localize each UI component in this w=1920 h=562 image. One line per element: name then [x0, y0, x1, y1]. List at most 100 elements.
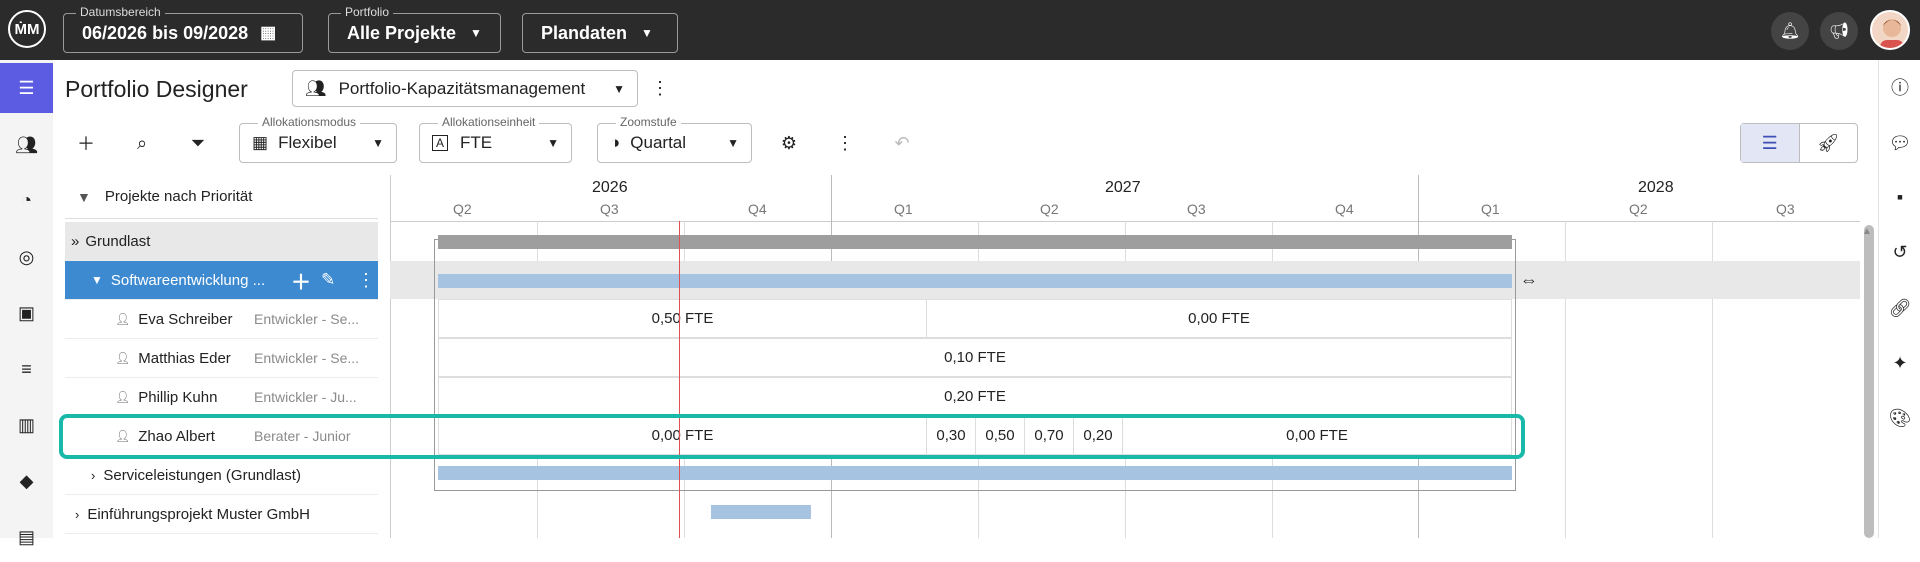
document-nav-icon[interactable]: ▤ — [0, 512, 53, 562]
avatar[interactable] — [1870, 10, 1910, 50]
scroll-up-icon[interactable]: ▲ — [1862, 226, 1872, 237]
project-bar[interactable] — [711, 505, 811, 519]
more-vertical-icon[interactable]: ⋮ — [357, 270, 375, 291]
chat-icon[interactable]: 💬︎ — [1879, 123, 1920, 163]
gantt-nav-icon[interactable]: ☰ — [0, 63, 53, 113]
app-logo[interactable]: ṀM — [8, 10, 46, 48]
year-label: 2026 — [592, 179, 628, 196]
vertical-scrollbar[interactable] — [1864, 225, 1874, 538]
tree-header: ▼ Projekte nach Priorität — [65, 175, 378, 219]
quarter-label: Q4 — [1335, 201, 1354, 217]
allocation-row: 0,20 FTE — [438, 377, 1512, 416]
allocation-cell[interactable]: 0,00 FTE — [926, 299, 1512, 338]
resource-name: Eva Schreiber — [138, 310, 233, 328]
right-nav: ⓘ 💬︎ ▪ ↺ 🔗︎ ✦ 🎨︎ — [1878, 60, 1920, 538]
palette-icon[interactable]: 🎨︎ — [1879, 398, 1920, 438]
resource-name: Matthias Eder — [138, 349, 231, 367]
view-toggle[interactable]: ☰ 🚀︎ — [1740, 123, 1858, 163]
resources-nav-icon[interactable]: 👥︎ — [0, 120, 53, 170]
gantt-chart: 2026 2027 2028 Q2 Q3 Q4 Q1 Q2 Q3 Q4 Q1 Q… — [390, 175, 1860, 538]
double-chevron-icon[interactable]: » — [71, 233, 79, 250]
data-source-select[interactable]: Plandaten ▼ — [522, 13, 678, 53]
allocation-unit-select[interactable]: Allokationseinheit A FTE ▼ — [419, 115, 572, 163]
more-vertical-icon[interactable]: ⋮ — [829, 127, 861, 159]
group-row[interactable]: » Grundlast — [65, 222, 378, 261]
bell-icon[interactable]: 🔔︎ — [1771, 12, 1809, 50]
resource-role: Entwickler - Se... — [254, 311, 360, 327]
project-row[interactable]: › Einführungsprojekt Muster GmbH — [65, 495, 378, 534]
resource-name: Phillip Kuhn — [138, 388, 218, 406]
resource-row[interactable]: 👤︎ Phillip Kuhn Entwickler - Ju... — [65, 378, 378, 417]
unit-icon: A — [432, 135, 449, 151]
project-row[interactable]: › Serviceleistungen (Grundlast) — [65, 456, 378, 495]
allocation-mode-value: Flexibel — [278, 133, 337, 152]
grid-icon: ▦ — [252, 133, 269, 152]
calendar-icon[interactable]: ▦ — [260, 23, 276, 43]
view-select[interactable]: 👥︎ Portfolio-Kapazitätsmanagement ▼ — [292, 70, 638, 107]
users-icon: 👥︎ — [305, 78, 327, 98]
undo-icon[interactable]: ↶ — [886, 127, 918, 159]
tree-header-label: Projekte nach Priorität — [104, 188, 253, 205]
person-icon: 👤︎ — [115, 351, 131, 365]
chevron-right-icon[interactable]: › — [91, 468, 95, 483]
list-nav-icon[interactable]: ≡ — [0, 344, 53, 394]
quarter-label: Q4 — [748, 201, 767, 217]
allocation-cell[interactable]: 0,20 FTE — [438, 377, 1512, 416]
allocation-cell[interactable]: 0,10 FTE — [438, 338, 1512, 377]
gear-icon[interactable]: ⚙ — [773, 127, 805, 159]
edit-icon[interactable]: ✎ — [321, 270, 335, 290]
project-row-selected[interactable]: ▼ Softwareentwicklung ... ＋ ✎ ⋮ — [65, 261, 378, 300]
quarter-label: Q3 — [1776, 201, 1795, 217]
allocation-unit-label: Allokationseinheit — [438, 115, 540, 129]
resource-role: Entwickler - Ju... — [254, 389, 357, 405]
signpost-nav-icon[interactable]: ◆ — [0, 456, 53, 506]
group-bar[interactable] — [438, 235, 1512, 249]
allocation-mode-select[interactable]: Allokationsmodus ▦ Flexibel ▼ — [239, 115, 397, 163]
zoom-value: Quartal — [630, 133, 687, 152]
project-label: Serviceleistungen (Grundlast) — [103, 466, 301, 484]
add-icon[interactable]: ＋ — [70, 127, 102, 159]
today-line — [679, 221, 680, 538]
search-icon[interactable]: ⌕ — [126, 127, 158, 159]
clipboard-nav-icon[interactable]: ▣ — [0, 288, 53, 338]
gantt-view-icon[interactable]: ☰ — [1741, 124, 1800, 162]
year-label: 2028 — [1638, 179, 1674, 196]
chevron-down-icon: ▼ — [613, 81, 625, 96]
portfolio-select[interactable]: Portfolio Alle Projekte ▼ — [328, 5, 501, 53]
link-icon[interactable]: 🔗︎ — [1879, 288, 1920, 328]
contact-icon[interactable]: ▪ — [1879, 177, 1920, 217]
project-label: Einführungsprojekt Muster GmbH — [87, 505, 310, 523]
history-icon[interactable]: ↺ — [1879, 232, 1920, 272]
columns-nav-icon[interactable]: ▥ — [0, 400, 53, 450]
rocket-icon[interactable]: 🚀︎ — [1800, 124, 1858, 162]
resource-role: Entwickler - Se... — [254, 350, 360, 366]
add-icon[interactable]: ＋ — [291, 266, 311, 295]
more-vertical-icon[interactable]: ⋮ — [644, 72, 676, 104]
filter-icon[interactable]: ⏷ — [182, 127, 214, 159]
project-bar[interactable] — [438, 274, 1512, 288]
highlight-frame — [59, 414, 1525, 459]
chevron-right-icon[interactable]: › — [75, 507, 79, 522]
resize-handle-icon[interactable]: ⇔ — [1520, 270, 1538, 291]
chevron-down-icon: ▼ — [470, 26, 482, 40]
chevron-down-icon[interactable]: ▼ — [91, 273, 103, 287]
allocation-mode-label: Allokationsmodus — [258, 115, 361, 129]
allocation-unit-value: FTE — [460, 133, 493, 152]
caret-down-icon[interactable]: ▼ — [77, 189, 91, 205]
zoom-select[interactable]: Zoomstufe ◑ Quartal ▼ — [597, 115, 752, 163]
quarter-label: Q2 — [1629, 201, 1648, 217]
person-icon: 👤︎ — [115, 312, 131, 326]
left-nav: ☰ 👥︎ ◔ ◎ ▣ ≡ ▥ ◆ ▤ — [0, 60, 53, 547]
cycle-nav-icon[interactable]: ◔ — [0, 175, 53, 225]
view-select-value: Portfolio-Kapazitätsmanagement — [338, 78, 586, 98]
resource-row[interactable]: 👤︎ Matthias Eder Entwickler - Se... — [65, 339, 378, 378]
sparkle-icon[interactable]: ✦ — [1879, 343, 1920, 383]
date-range-field[interactable]: Datumsbereich 06/2026 bis 09/2028 ▦ — [63, 5, 303, 53]
resource-row[interactable]: 👤︎ Eva Schreiber Entwickler - Se... — [65, 300, 378, 339]
megaphone-icon[interactable]: 📢︎ — [1820, 12, 1858, 50]
target-nav-icon[interactable]: ◎ — [0, 232, 53, 282]
info-icon[interactable]: ⓘ — [1879, 67, 1920, 107]
quarter-label: Q3 — [1187, 201, 1206, 217]
project-bar[interactable] — [438, 466, 1512, 480]
allocation-cell[interactable]: 0,50 FTE — [438, 299, 926, 338]
